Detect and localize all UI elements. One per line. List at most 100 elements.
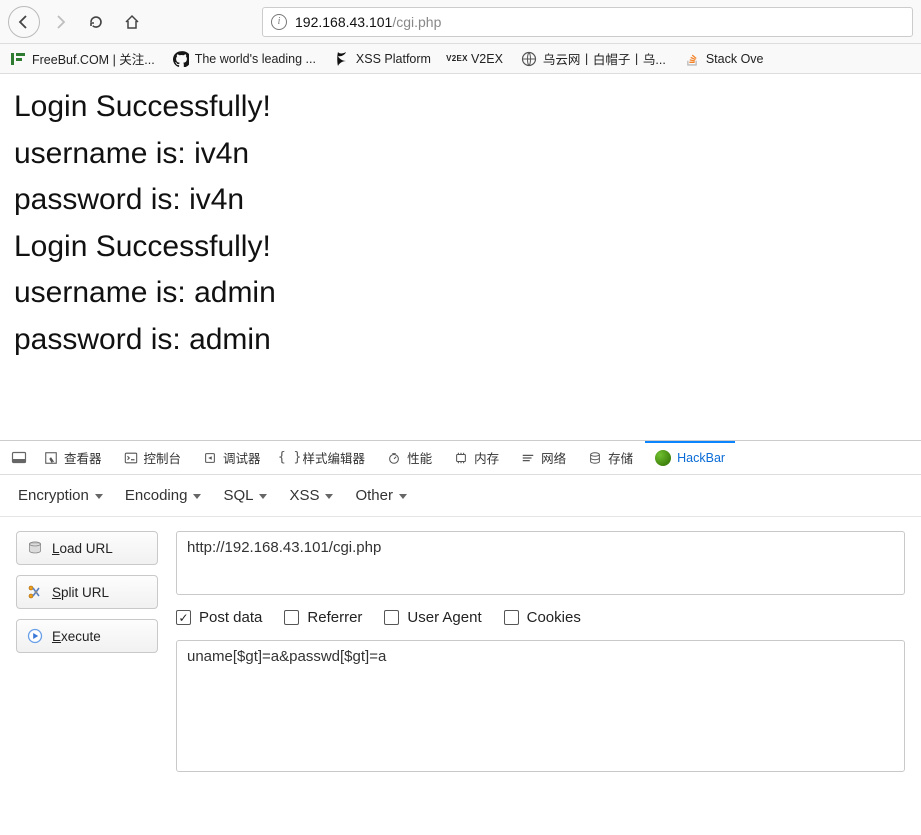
hackbar-main: Post data Referrer User Agent Cookies bbox=[176, 531, 905, 819]
check-label: User Agent bbox=[407, 609, 481, 626]
bookmark-freebuf[interactable]: FreeBuf.COM | 关注... bbox=[10, 49, 155, 68]
button-label: Load URL bbox=[52, 541, 113, 556]
bookmark-wooyun[interactable]: 乌云网丨白帽子丨乌... bbox=[521, 49, 666, 68]
page-line: password is: iv4n bbox=[14, 177, 907, 224]
devtools-panel: 查看器 控制台 调试器 { } 样式编辑器 性能 内存 网络 存储 bbox=[0, 440, 921, 835]
browser-nav-bar: i 192.168.43.101/cgi.php bbox=[0, 0, 921, 44]
button-label: Split URL bbox=[52, 585, 109, 600]
checkbox-icon bbox=[176, 610, 191, 625]
hackbar-body: Load URL Split URL Execute Post dat bbox=[0, 517, 921, 835]
check-label: Referrer bbox=[307, 609, 362, 626]
tab-storage[interactable]: 存储 bbox=[578, 441, 643, 474]
v2ex-icon: V2EX bbox=[449, 51, 465, 67]
back-button[interactable] bbox=[8, 6, 40, 38]
chevron-down-icon bbox=[193, 494, 201, 499]
tab-inspector[interactable]: 查看器 bbox=[34, 441, 112, 474]
tab-label: 控制台 bbox=[144, 448, 182, 467]
tab-label: 网络 bbox=[541, 448, 566, 467]
dock-button[interactable] bbox=[6, 445, 32, 471]
useragent-checkbox[interactable]: User Agent bbox=[384, 609, 481, 626]
options-row: Post data Referrer User Agent Cookies bbox=[176, 607, 905, 628]
bookmark-label: Stack Ove bbox=[706, 52, 764, 66]
url-host: 192.168.43.101 bbox=[295, 14, 392, 30]
tab-network[interactable]: 网络 bbox=[511, 441, 576, 474]
reload-button[interactable] bbox=[80, 6, 112, 38]
menu-label: Encryption bbox=[18, 487, 89, 504]
xss-icon bbox=[334, 51, 350, 67]
bookmark-label: 乌云网丨白帽子丨乌... bbox=[543, 49, 666, 68]
tab-label: 内存 bbox=[474, 448, 499, 467]
bookmark-github[interactable]: The world's leading ... bbox=[173, 51, 316, 67]
bookmark-label: XSS Platform bbox=[356, 52, 431, 66]
url-path: /cgi.php bbox=[392, 14, 441, 30]
page-line: Login Successfully! bbox=[14, 84, 907, 131]
check-label: Cookies bbox=[527, 609, 581, 626]
cookies-checkbox[interactable]: Cookies bbox=[504, 609, 581, 626]
info-icon[interactable]: i bbox=[271, 14, 287, 30]
split-url-button[interactable]: Split URL bbox=[16, 575, 158, 609]
tab-style-editor[interactable]: { } 样式编辑器 bbox=[273, 441, 376, 474]
menu-label: Encoding bbox=[125, 487, 188, 504]
load-icon bbox=[27, 540, 43, 556]
tab-label: 性能 bbox=[407, 448, 432, 467]
tab-label: 调试器 bbox=[223, 448, 261, 467]
github-icon bbox=[173, 51, 189, 67]
bookmark-v2ex[interactable]: V2EX V2EX bbox=[449, 51, 503, 67]
tab-label: HackBar bbox=[677, 451, 725, 465]
bookmark-stackoverflow[interactable]: Stack Ove bbox=[684, 51, 764, 67]
url-bar[interactable]: i 192.168.43.101/cgi.php bbox=[262, 7, 913, 37]
url-input[interactable] bbox=[176, 531, 905, 595]
stackoverflow-icon bbox=[684, 51, 700, 67]
checkbox-icon bbox=[284, 610, 299, 625]
page-line: username is: admin bbox=[14, 270, 907, 317]
chevron-down-icon bbox=[95, 494, 103, 499]
bookmark-label: The world's leading ... bbox=[195, 52, 316, 66]
bookmark-label: FreeBuf.COM | 关注... bbox=[32, 49, 155, 68]
chevron-down-icon bbox=[259, 494, 267, 499]
tab-performance[interactable]: 性能 bbox=[377, 441, 442, 474]
referrer-checkbox[interactable]: Referrer bbox=[284, 609, 362, 626]
devtools-tabs: 查看器 控制台 调试器 { } 样式编辑器 性能 内存 网络 存储 bbox=[0, 441, 921, 475]
menu-sql[interactable]: SQL bbox=[223, 487, 267, 504]
checkbox-icon bbox=[384, 610, 399, 625]
home-button[interactable] bbox=[116, 6, 148, 38]
execute-icon bbox=[27, 628, 43, 644]
tab-label: 查看器 bbox=[64, 448, 102, 467]
tab-debugger[interactable]: 调试器 bbox=[193, 441, 271, 474]
globe-icon bbox=[521, 51, 537, 67]
tab-hackbar[interactable]: HackBar bbox=[645, 441, 735, 474]
checkbox-icon bbox=[504, 610, 519, 625]
forward-button[interactable] bbox=[44, 6, 76, 38]
bookmark-label: V2EX bbox=[471, 52, 503, 66]
tab-memory[interactable]: 内存 bbox=[444, 441, 509, 474]
menu-other[interactable]: Other bbox=[355, 487, 407, 504]
hackbar-icon bbox=[655, 450, 671, 466]
hackbar-sidebar: Load URL Split URL Execute bbox=[16, 531, 158, 819]
execute-button[interactable]: Execute bbox=[16, 619, 158, 653]
bookmarks-bar: FreeBuf.COM | 关注... The world's leading … bbox=[0, 44, 921, 74]
menu-label: XSS bbox=[289, 487, 319, 504]
load-url-button[interactable]: Load URL bbox=[16, 531, 158, 565]
split-icon bbox=[27, 584, 43, 600]
check-label: Post data bbox=[199, 609, 262, 626]
menu-label: Other bbox=[355, 487, 393, 504]
menu-encryption[interactable]: Encryption bbox=[18, 487, 103, 504]
menu-xss[interactable]: XSS bbox=[289, 487, 333, 504]
tab-label: 存储 bbox=[608, 448, 633, 467]
page-line: username is: iv4n bbox=[14, 131, 907, 178]
postdata-input[interactable] bbox=[176, 640, 905, 772]
tab-console[interactable]: 控制台 bbox=[114, 441, 192, 474]
url-text: 192.168.43.101/cgi.php bbox=[295, 14, 441, 30]
page-line: password is: admin bbox=[14, 317, 907, 364]
postdata-checkbox[interactable]: Post data bbox=[176, 609, 262, 626]
menu-label: SQL bbox=[223, 487, 253, 504]
hackbar-toolbar: Encryption Encoding SQL XSS Other bbox=[0, 475, 921, 517]
page-body: Login Successfully! username is: iv4n pa… bbox=[0, 74, 921, 363]
freebuf-icon bbox=[10, 51, 26, 67]
braces-icon: { } bbox=[283, 451, 297, 465]
menu-encoding[interactable]: Encoding bbox=[125, 487, 202, 504]
button-label: Execute bbox=[52, 629, 101, 644]
tab-label: 样式编辑器 bbox=[303, 448, 366, 467]
chevron-down-icon bbox=[325, 494, 333, 499]
bookmark-xss[interactable]: XSS Platform bbox=[334, 51, 431, 67]
